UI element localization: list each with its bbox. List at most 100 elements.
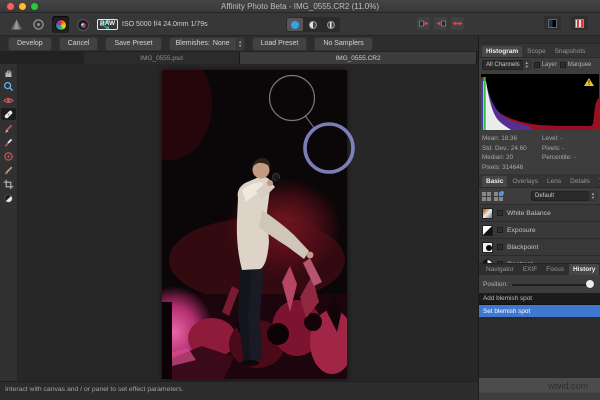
tab-basic[interactable]: Basic — [482, 176, 508, 187]
no-samplers-button[interactable]: No Samplers — [314, 36, 373, 51]
document-tab-bar: IMG_0555.psd IMG_0555.CR2 — [0, 52, 478, 64]
stat-std-dev: Std. Dev.: 24.60 — [482, 144, 527, 152]
overlay-paint-tool-icon[interactable] — [1, 122, 16, 134]
history-position-row: Position: — [479, 275, 600, 293]
show-clipped-tones-button[interactable] — [451, 17, 464, 30]
layer-checkbox[interactable]: Layer — [533, 62, 557, 68]
tab-lens[interactable]: Lens — [543, 176, 565, 187]
apply-preset-icon[interactable] — [482, 191, 491, 201]
stat-percentile: Percentile: - — [542, 154, 576, 161]
single-view-button[interactable] — [287, 18, 303, 31]
blemish-removal-tool-icon[interactable] — [1, 108, 16, 120]
tab-scope[interactable]: Scope — [523, 46, 549, 57]
toggle-assistant-button[interactable] — [544, 16, 561, 30]
history-item-add-blemish[interactable]: Add blemish spot — [479, 293, 600, 305]
histogram-green-channel — [483, 77, 486, 130]
clipping-warning-group — [417, 17, 464, 30]
stat-median: Median: 20 — [482, 154, 514, 161]
toggle-studio-button[interactable] — [571, 16, 588, 30]
split-view-button[interactable] — [305, 18, 321, 31]
red-eye-removal-tool-icon[interactable] — [1, 94, 16, 106]
overlay-gradient-tool-icon[interactable] — [1, 150, 16, 162]
save-preset-button[interactable]: Save Preset — [105, 36, 162, 51]
view-mode-group — [286, 17, 340, 32]
blemishes-dropdown[interactable]: Blemishes: None ▲ ▼ — [168, 36, 245, 51]
stat-pixels: Pixels: 314646 — [482, 163, 524, 171]
channel-select[interactable]: All Channels ▲ ▼ — [482, 60, 531, 70]
affinity-photo-window: Affinity Photo Beta - IMG_0555.CR2 (11.0… — [0, 0, 600, 400]
blemishes-stepper[interactable]: ▲ ▼ — [235, 36, 245, 51]
watermark-text: wtvid.com — [547, 381, 588, 391]
photo-persona-icon[interactable] — [52, 16, 69, 33]
tab-histogram[interactable]: Histogram — [482, 46, 523, 57]
stat-mean: Mean: 18.36 — [482, 135, 518, 142]
exif-info-text: ISO 5000 f/4 24.0mm 1/79s — [122, 21, 208, 28]
blackpoint-icon — [482, 241, 493, 253]
liquify-persona-icon[interactable] — [74, 16, 91, 33]
status-message: Interact with canvas and / or panel to s… — [5, 386, 184, 393]
stat-pixels-at: Pixels: - — [542, 144, 565, 152]
blackpoint-checkbox[interactable] — [497, 244, 503, 250]
tab-snapshots[interactable]: Snapshots — [551, 46, 590, 57]
develop-canvas[interactable] — [18, 64, 478, 381]
preset-select[interactable]: Default ▲ ▼ — [531, 191, 597, 201]
adjustment-blackpoint[interactable]: Blackpoint — [479, 239, 600, 256]
load-preset-button[interactable]: Load Preset — [251, 36, 308, 51]
adjustment-contrast[interactable]: Contrast — [479, 256, 600, 263]
tab-tones[interactable]: Tones — [595, 176, 600, 187]
studio-panel: Histogram Scope Snapshots All Channels ▲… — [478, 36, 600, 400]
sampler-tool-icon[interactable] — [1, 164, 16, 176]
exposure-icon — [482, 224, 493, 236]
histogram-controls: All Channels ▲ ▼ Layer Marquee — [479, 58, 600, 72]
main-toolbar: RAW ISO 5000 f/4 24.0mm 1/79s — [0, 13, 600, 36]
show-clipped-shadows-button[interactable] — [417, 17, 430, 30]
develop-button[interactable]: Develop — [8, 36, 52, 51]
tab-img-0555-psd[interactable]: IMG_0555.psd — [84, 52, 240, 64]
tab-exif[interactable]: EXIF — [519, 264, 541, 275]
slider-knob[interactable] — [586, 280, 594, 288]
histogram-display[interactable] — [481, 74, 599, 130]
marquee-checkbox[interactable]: Marquee — [559, 62, 591, 68]
hand-tool-icon[interactable] — [1, 66, 16, 78]
zoom-tool-icon[interactable] — [1, 80, 16, 92]
blemishes-label: Blemishes: — [175, 39, 210, 47]
history-list: Add blemish spot Set blemish spot — [479, 293, 600, 317]
titlebar: Affinity Photo Beta - IMG_0555.CR2 (11.0… — [0, 0, 600, 13]
tab-focus[interactable]: Focus — [542, 264, 568, 275]
develop-persona-icon[interactable] — [8, 16, 25, 33]
crop-tool-icon[interactable] — [1, 178, 16, 190]
panel-footer: wtvid.com — [479, 378, 600, 400]
right-toolbar-group — [544, 16, 588, 30]
window-title: Affinity Photo Beta - IMG_0555.CR2 (11.0… — [220, 1, 379, 11]
tone-mapping-persona-icon[interactable] — [30, 16, 47, 33]
raw-badge: RAW — [97, 19, 119, 30]
status-bar: Interact with canvas and / or panel to s… — [0, 381, 478, 400]
photo-concert[interactable] — [162, 70, 347, 379]
history-position-slider[interactable] — [511, 280, 594, 289]
bottom-tab-bar: Navigator EXIF Focus History — [479, 263, 600, 275]
position-label: Position: — [483, 280, 508, 288]
white-balance-tool-icon[interactable] — [1, 192, 16, 204]
exposure-checkbox[interactable] — [497, 227, 503, 233]
tab-history[interactable]: History — [568, 264, 600, 275]
history-empty-area — [479, 317, 600, 378]
tool-rail — [0, 64, 18, 381]
add-preset-icon[interactable] — [494, 190, 504, 201]
adjustments-tab-bar: Basic Overlays Lens Details Tones — [479, 174, 600, 188]
mirror-view-button[interactable] — [323, 18, 339, 31]
show-clipped-highlights-button[interactable] — [434, 17, 447, 30]
tab-overlays[interactable]: Overlays — [508, 176, 542, 187]
adjustment-white-balance[interactable]: White Balance — [479, 205, 600, 222]
history-item-set-blemish[interactable]: Set blemish spot — [479, 305, 600, 317]
tab-details[interactable]: Details — [566, 176, 594, 187]
white-balance-icon — [482, 207, 493, 219]
cancel-button[interactable]: Cancel — [58, 36, 99, 51]
white-balance-checkbox[interactable] — [497, 210, 503, 216]
tab-img-0555-cr2[interactable]: IMG_0555.CR2 — [240, 52, 477, 64]
stat-level: Level: - — [542, 135, 563, 142]
overlay-erase-tool-icon[interactable] — [1, 136, 16, 148]
develop-toolbar: Develop Cancel Save Preset Blemishes: No… — [0, 36, 478, 52]
preset-row: Default ▲ ▼ — [479, 188, 600, 205]
tab-navigator[interactable]: Navigator — [482, 264, 518, 275]
adjustment-exposure[interactable]: Exposure — [479, 222, 600, 239]
